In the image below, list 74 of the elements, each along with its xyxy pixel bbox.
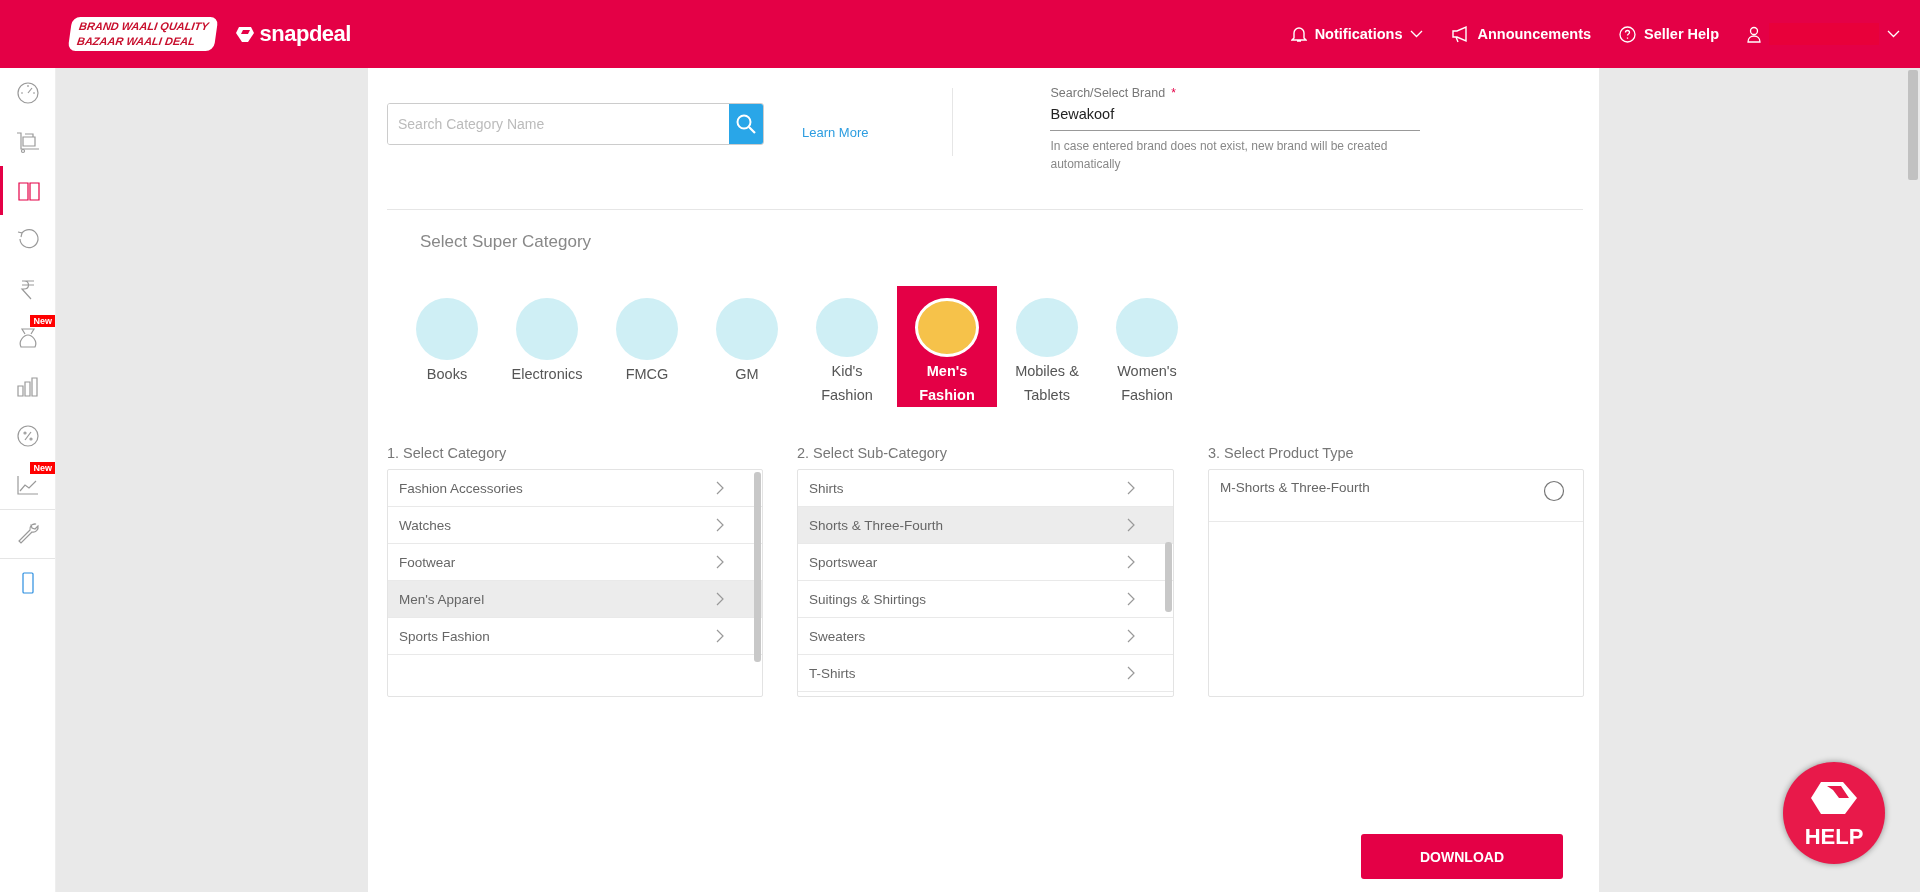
category-tile[interactable]: Women's Fashion	[1097, 286, 1197, 407]
chevron-right-icon	[1127, 592, 1135, 606]
gauge-icon	[14, 79, 41, 106]
sidebar-item[interactable]: New	[0, 313, 55, 362]
list-item-label: M-Shorts & Three-Fourth	[1220, 480, 1370, 495]
list-item[interactable]: Sweaters	[798, 618, 1173, 655]
chevron-right-icon	[1127, 629, 1135, 643]
chevron-right-icon	[716, 592, 724, 606]
learn-more-link[interactable]: Learn More	[802, 125, 869, 140]
new-badge: New	[30, 315, 55, 327]
helper-text: In case entered brand does not exist, new brand will be created automatically	[1050, 138, 1389, 173]
chevron-right-icon	[1127, 555, 1135, 569]
list-item-label: Suitings & Shirtings	[809, 591, 927, 607]
bell-icon	[1290, 25, 1307, 43]
category-tile[interactable]: Men's Fashion	[897, 286, 997, 407]
list-item-label: Shirts	[809, 480, 844, 496]
scrollbar[interactable]	[754, 472, 761, 662]
download-button[interactable]: DOWNLOAD	[1361, 834, 1563, 879]
account-menu[interactable]	[1747, 23, 1900, 45]
percent-icon	[14, 422, 41, 449]
category-tile[interactable]: Kid's Fashion	[797, 286, 897, 407]
search-icon	[735, 113, 757, 135]
promo-logo[interactable]: BRAND WAALI QUALITY BAZAAR WAALI DEAL	[67, 17, 218, 51]
logo-text: BRAND WAALI QUALITY	[78, 19, 210, 34]
list-item-label: Fashion Accessories	[399, 480, 523, 496]
brand-logo-text[interactable]: snapdeal	[259, 21, 351, 47]
list-item[interactable]: M-Shorts & Three-Fourth	[1209, 470, 1583, 522]
category-tile[interactable]: Books	[397, 286, 497, 407]
chevron-right-icon	[716, 555, 724, 569]
list-item-label: Footwear	[399, 554, 456, 570]
nav-link[interactable]: Announcements	[1451, 25, 1592, 43]
search-button[interactable]	[729, 104, 763, 144]
list-item-label: Shorts & Three-Fourth	[809, 517, 944, 533]
sidebar-item[interactable]: New	[0, 460, 55, 509]
chevron-right-icon	[1127, 481, 1135, 495]
help-button[interactable]: HELP	[1783, 762, 1885, 864]
column-title: 2. Select Sub-Category	[797, 445, 948, 461]
list-item[interactable]: Men's Apparel	[388, 581, 762, 618]
scrollbar[interactable]	[1165, 542, 1172, 612]
column-title: 1. Select Category	[387, 445, 508, 461]
chevron-right-icon	[716, 481, 724, 495]
search-field[interactable]: Search Category Name	[387, 103, 764, 145]
list-item-label: Sweaters	[809, 628, 866, 644]
megaphone-icon	[1451, 25, 1470, 43]
user-icon	[1747, 25, 1761, 43]
field-label: Search/Select Brand	[1050, 86, 1166, 100]
nav-link[interactable]: Notifications	[1290, 25, 1424, 43]
radio-button[interactable]	[1543, 480, 1565, 502]
category-tile[interactable]: Mobiles & Tablets	[997, 286, 1097, 407]
list-item[interactable]: T-Shirts	[798, 655, 1173, 692]
chevron-right-icon	[1127, 518, 1135, 532]
category-tile[interactable]: FMCG	[597, 286, 697, 407]
list-item-label: Watches	[399, 517, 452, 533]
caret-icon	[1887, 30, 1900, 38]
brand-input-field[interactable]: Bewakoof	[1050, 100, 1421, 131]
scrollbar[interactable]	[1908, 70, 1918, 180]
chevron-right-icon	[1127, 666, 1135, 680]
section-title: Select Super Category	[420, 232, 593, 252]
list-item-label: T-Shirts	[809, 665, 856, 681]
chevron-right-icon	[716, 518, 724, 532]
chevron-right-icon	[716, 629, 724, 643]
list-item-label: Sportswear	[809, 554, 878, 570]
category-tile[interactable]: GM	[697, 286, 797, 407]
list-item-label: Sports Fashion	[399, 628, 490, 644]
required-mark: *	[1171, 86, 1176, 100]
category-tile[interactable]: Electronics	[497, 286, 597, 407]
new-badge: New	[30, 462, 55, 474]
list-item-label: Men's Apparel	[399, 591, 485, 607]
logo-text: BAZAAR WAALI DEAL	[75, 34, 197, 49]
help-icon	[1619, 25, 1637, 43]
nav-link[interactable]: Seller Help	[1619, 25, 1719, 43]
column-title: 3. Select Product Type	[1208, 445, 1355, 461]
list-item[interactable]: Shorts & Three-Fourth	[798, 507, 1173, 544]
caret-icon	[1410, 30, 1424, 38]
